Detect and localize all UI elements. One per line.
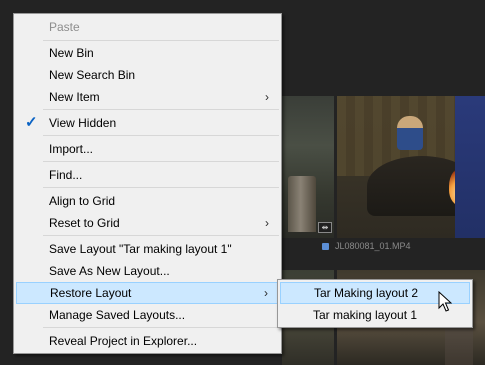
chevron-right-icon: › — [265, 216, 269, 230]
thumbnail-image-detail — [288, 176, 316, 232]
menu-separator — [43, 327, 279, 328]
menu-item-label: Import... — [49, 142, 94, 156]
mouse-pointer-icon — [438, 291, 452, 312]
menu-separator — [43, 40, 279, 41]
submenu-item-label: Tar Making layout 2 — [314, 286, 419, 300]
menu-item-restore-layout[interactable]: Restore Layout › — [16, 282, 280, 304]
menu-separator — [43, 187, 279, 188]
menu-item-paste[interactable]: Paste — [16, 16, 280, 38]
thumbnail-image-detail — [455, 96, 485, 238]
chevron-right-icon: › — [265, 90, 269, 104]
clip-thumbnail[interactable]: ⇹ — [282, 96, 334, 238]
menu-item-label: Paste — [49, 20, 80, 34]
menu-item-label: Reset to Grid — [49, 216, 120, 230]
menu-item-label: Restore Layout — [50, 286, 132, 300]
menu-item-manage-saved-layouts[interactable]: Manage Saved Layouts... — [16, 304, 280, 326]
menu-item-reveal-project[interactable]: Reveal Project in Explorer... — [16, 330, 280, 352]
menu-item-align-to-grid[interactable]: Align to Grid — [16, 190, 280, 212]
menu-item-label: Find... — [49, 168, 83, 182]
menu-item-label: Save Layout "Tar making layout 1" — [49, 242, 232, 256]
clip-name-row[interactable]: JL080081_01.MP4 — [322, 240, 411, 252]
menu-item-new-bin[interactable]: New Bin — [16, 42, 280, 64]
menu-item-find[interactable]: Find... — [16, 164, 280, 186]
menu-item-label: View Hidden — [49, 116, 117, 130]
clip-name: JL080081_01.MP4 — [335, 241, 411, 251]
menu-item-label: Reveal Project in Explorer... — [49, 334, 198, 348]
menu-item-label: New Search Bin — [49, 68, 136, 82]
menu-item-label: Save As New Layout... — [49, 264, 170, 278]
menu-item-label: Align to Grid — [49, 194, 116, 208]
menu-item-save-as-new-layout[interactable]: Save As New Layout... — [16, 260, 280, 282]
menu-item-save-layout[interactable]: Save Layout "Tar making layout 1" — [16, 238, 280, 260]
menu-item-import[interactable]: Import... — [16, 138, 280, 160]
menu-item-label: Manage Saved Layouts... — [49, 308, 186, 322]
menu-item-new-search-bin[interactable]: New Search Bin — [16, 64, 280, 86]
menu-separator — [43, 109, 279, 110]
menu-item-label: New Bin — [49, 46, 94, 60]
menu-separator — [43, 235, 279, 236]
checkmark-icon: ✓ — [25, 114, 38, 131]
context-menu: Paste New Bin New Search Bin New Item › … — [13, 13, 282, 354]
menu-separator — [43, 161, 279, 162]
menu-separator — [43, 135, 279, 136]
menu-item-view-hidden[interactable]: ✓ View Hidden — [16, 112, 280, 134]
menu-item-label: New Item — [49, 90, 100, 104]
clip-thumbnail-selected[interactable] — [337, 96, 485, 238]
thumbnail-image-detail — [397, 116, 423, 150]
clip-label-color-icon — [322, 242, 329, 250]
chevron-right-icon: › — [264, 286, 268, 300]
menu-item-reset-to-grid[interactable]: Reset to Grid › — [16, 212, 280, 234]
submenu-item-label: Tar making layout 1 — [313, 308, 418, 322]
multicam-badge-icon: ⇹ — [318, 222, 332, 233]
menu-item-new-item[interactable]: New Item › — [16, 86, 280, 108]
